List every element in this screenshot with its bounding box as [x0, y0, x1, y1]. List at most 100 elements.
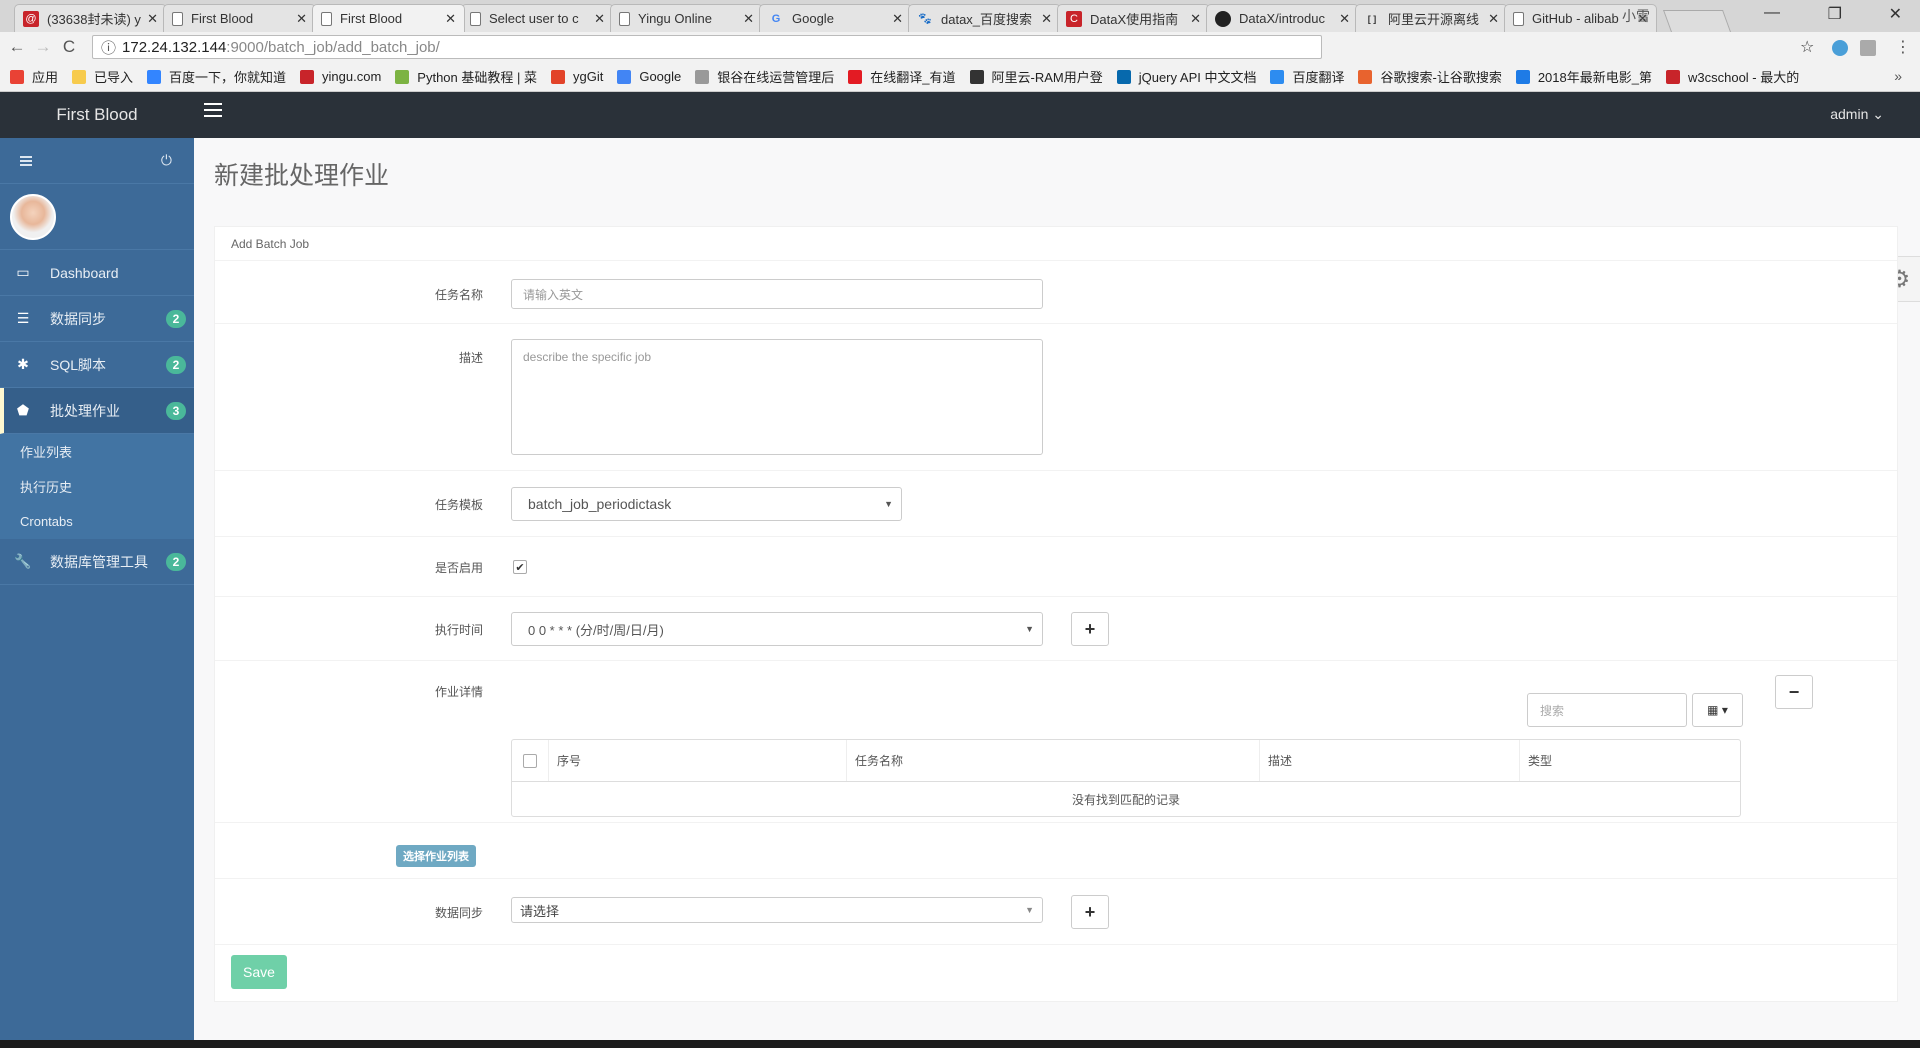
browser-menu-icon[interactable]: ⋮: [1895, 37, 1911, 57]
close-tab-icon[interactable]: ✕: [594, 11, 605, 27]
user-profile: [0, 184, 194, 250]
page-icon: [321, 11, 332, 26]
bookmark-item[interactable]: 谷歌搜索-让谷歌搜索: [1358, 67, 1502, 86]
empty-table-message: 没有找到匹配的记录: [1071, 792, 1180, 807]
tab-title: Yingu Online: [638, 11, 712, 26]
close-tab-icon[interactable]: ✕: [296, 11, 307, 27]
sidebar-item[interactable]: 🔧 数据库管理工具 2: [0, 539, 194, 585]
collapse-sidebar-icon[interactable]: [20, 155, 32, 166]
close-tab-icon[interactable]: ✕: [445, 11, 456, 27]
close-tab-icon[interactable]: ✕: [892, 11, 903, 27]
bookmark-item[interactable]: jQuery API 中文文档: [1116, 67, 1257, 86]
sidebar-item[interactable]: ▭ Dashboard: [0, 250, 194, 296]
sidebar-item[interactable]: ☰ 数据同步 2: [0, 296, 194, 342]
select-jobs-tag[interactable]: 选择作业列表: [396, 845, 476, 867]
new-tab-button[interactable]: [1662, 10, 1732, 32]
restore-button[interactable]: ❐: [1828, 4, 1842, 24]
extension-icon[interactable]: [1860, 40, 1876, 56]
browser-tab[interactable]: [ ] 阿里云开源离线 ✕: [1355, 4, 1508, 32]
browser-tab[interactable]: Select user to c ✕: [461, 4, 614, 32]
sidebar-item[interactable]: ⬟ 批处理作业 3: [0, 388, 194, 434]
bookmark-item[interactable]: yingu.com: [300, 69, 381, 84]
bookmark-item[interactable]: 已导入: [72, 67, 133, 86]
close-tab-icon[interactable]: ✕: [1041, 11, 1052, 27]
column-header[interactable]: 任务名称: [847, 740, 1260, 781]
bookmark-label: 已导入: [94, 70, 134, 85]
menu-toggle-icon[interactable]: [204, 103, 222, 117]
extension-icon[interactable]: [1832, 40, 1848, 56]
remove-job-button[interactable]: −: [1775, 675, 1813, 709]
bookmark-item[interactable]: 百度翻译: [1270, 67, 1344, 86]
browser-tab[interactable]: G Google ✕: [759, 4, 912, 32]
minus-icon: −: [1788, 681, 1800, 702]
bookmark-item[interactable]: 在线翻译_有道: [848, 67, 956, 86]
sidebar-item-label: 批处理作业: [50, 402, 120, 419]
brand-logo[interactable]: First Blood: [0, 92, 194, 138]
enabled-checkbox[interactable]: ✔: [513, 560, 527, 574]
bookmark-label: 百度翻译: [1292, 70, 1345, 85]
forward-button[interactable]: →: [30, 37, 56, 57]
sidebar-subitem[interactable]: 执行历史: [0, 469, 194, 504]
bookmark-item[interactable]: 阿里云-RAM用户登: [969, 67, 1103, 86]
bookmark-star-icon[interactable]: ☆: [1800, 37, 1814, 57]
sidebar-subitem[interactable]: Crontabs: [0, 504, 194, 539]
table-search-input[interactable]: 搜索: [1527, 693, 1687, 727]
job-name-input[interactable]: 请输入英文: [511, 279, 1043, 309]
reload-button[interactable]: C: [56, 37, 82, 57]
app-top-nav: First Blood admin ⌄: [0, 92, 1920, 138]
bookmark-label: jQuery API 中文文档: [1138, 70, 1257, 85]
bookmark-item[interactable]: 2018年最新电影_第: [1515, 67, 1652, 86]
check-icon: ✔: [515, 561, 525, 574]
bookmark-item[interactable]: w3cschool - 最大的: [1665, 67, 1799, 86]
bookmark-item[interactable]: Python 基础教程 | 菜: [395, 67, 537, 86]
save-button[interactable]: Save: [231, 955, 287, 989]
schedule-select[interactable]: 0 0 * * * (分/时/周/日/月) ▼: [511, 612, 1043, 646]
column-header[interactable]: 类型: [1520, 740, 1740, 781]
browser-tab[interactable]: First Blood ✕: [163, 4, 316, 32]
power-icon[interactable]: ⏻: [161, 152, 172, 169]
chevron-down-icon: ▼: [1025, 624, 1034, 634]
data-sync-select[interactable]: 请选择 ▼: [511, 897, 1043, 923]
tab-title: DataX使用指南: [1090, 12, 1179, 27]
browser-tab[interactable]: @ (33638封未读) y ✕: [14, 4, 167, 32]
add-schedule-button[interactable]: +: [1071, 612, 1109, 646]
count-badge: 3: [166, 402, 186, 420]
column-header[interactable]: 序号: [549, 740, 847, 781]
flame-icon: [1358, 69, 1373, 84]
bookmark-item[interactable]: 百度一下，你就知道: [147, 67, 286, 86]
back-button[interactable]: ←: [4, 37, 30, 57]
browser-tab[interactable]: DataX/introduc ✕: [1206, 4, 1359, 32]
columns-toggle-button[interactable]: ▦ ▾: [1692, 693, 1743, 727]
data-sync-label: 数据同步: [434, 906, 483, 920]
bookmark-item[interactable]: Google: [617, 69, 681, 84]
close-tab-icon[interactable]: ✕: [1339, 11, 1350, 27]
browser-tab[interactable]: Yingu Online ✕: [610, 4, 763, 32]
browser-tab[interactable]: First Blood ✕: [312, 4, 465, 32]
bookmark-label: 应用: [32, 70, 59, 85]
bookmarks-overflow-icon[interactable]: »: [1894, 68, 1902, 84]
close-tab-icon[interactable]: ✕: [1488, 11, 1499, 27]
column-header[interactable]: 描述: [1260, 740, 1520, 781]
close-window-button[interactable]: ✕: [1889, 4, 1902, 24]
description-textarea[interactable]: describe the specific job: [511, 339, 1043, 455]
sidebar-subitem[interactable]: 作业列表: [0, 434, 194, 469]
minimize-button[interactable]: —: [1764, 4, 1780, 22]
template-select[interactable]: batch_job_periodictask ▼: [511, 487, 902, 521]
user-menu[interactable]: admin ⌄: [1830, 106, 1884, 123]
bookmark-item[interactable]: ygGit: [550, 69, 603, 84]
browser-tab[interactable]: C DataX使用指南 ✕: [1057, 4, 1210, 32]
tab-title: 阿里云开源离线: [1388, 12, 1480, 27]
avatar[interactable]: [10, 193, 56, 240]
bookmark-item[interactable]: 应用: [10, 67, 58, 86]
close-tab-icon[interactable]: ✕: [147, 11, 158, 27]
site-info-icon[interactable]: ⓘ: [101, 37, 116, 58]
select-all-checkbox[interactable]: [523, 753, 537, 768]
browser-tab[interactable]: 🐾 datax_百度搜索 ✕: [908, 4, 1061, 32]
close-tab-icon[interactable]: ✕: [743, 11, 754, 27]
close-tab-icon[interactable]: ✕: [1190, 11, 1201, 27]
bookmark-item[interactable]: 银谷在线运营管理后: [695, 67, 834, 86]
url-input[interactable]: ⓘ 172.24.132.144:9000/batch_job/add_batc…: [92, 35, 1322, 59]
baidu-icon: 🐾: [918, 13, 932, 25]
add-data-sync-button[interactable]: +: [1071, 895, 1109, 929]
sidebar-item[interactable]: ✱ SQL脚本 2: [0, 342, 194, 388]
